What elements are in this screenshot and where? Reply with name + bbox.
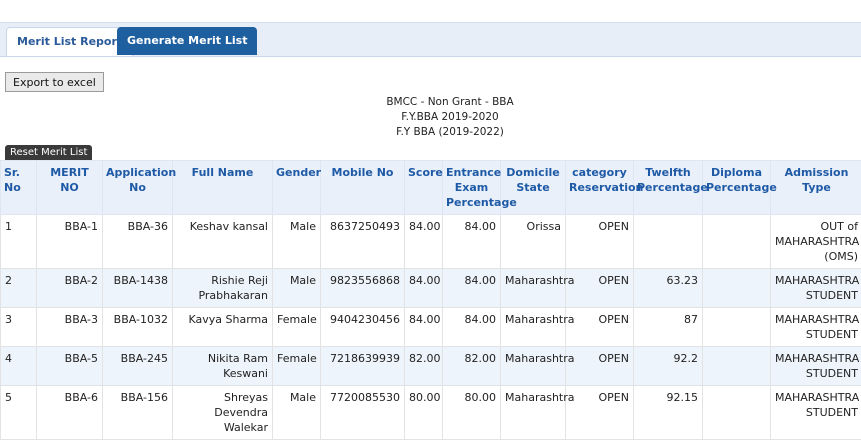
cell-category: OPEN <box>566 308 634 347</box>
cell-twelfth-percentage: 63.23 <box>634 269 703 308</box>
cell-application-no: BBA-1032 <box>103 308 173 347</box>
cell-sr-no: 5 <box>1 386 37 440</box>
cell-admission-type: MAHARASHTRA STUDENT <box>771 308 861 347</box>
column-header-application-no: Application No <box>103 161 173 215</box>
cell-full-name: Shreyas Devendra Walekar <box>173 386 273 440</box>
cell-diploma-percentage <box>703 215 771 269</box>
cell-mobile-no: 9823556868 <box>321 269 405 308</box>
cell-category: OPEN <box>566 269 634 308</box>
cell-twelfth-percentage: 92.15 <box>634 386 703 440</box>
cell-mobile-no: 7218639939 <box>321 347 405 386</box>
cell-domicile-state: Maharashtra <box>501 269 566 308</box>
cell-entrance-percentage: 82.00 <box>443 347 501 386</box>
column-header-score: Score <box>405 161 443 215</box>
cell-mobile-no: 8637250493 <box>321 215 405 269</box>
cell-category: OPEN <box>566 347 634 386</box>
cell-merit-no: BBA-3 <box>37 308 103 347</box>
reset-merit-list-button[interactable]: Reset Merit List <box>5 145 92 160</box>
cell-merit-no: BBA-1 <box>37 215 103 269</box>
column-header-admission-type: Admission Type <box>771 161 861 215</box>
column-header-gender: Gender <box>273 161 321 215</box>
report-subtitle-batch: F.Y BBA (2019-2022) <box>0 126 861 138</box>
cell-diploma-percentage <box>703 308 771 347</box>
cell-admission-type: MAHARASHTRA STUDENT <box>771 347 861 386</box>
tab-generate-merit-list[interactable]: Generate Merit List <box>117 27 257 55</box>
cell-entrance-percentage: 80.00 <box>443 386 501 440</box>
cell-mobile-no: 7720085530 <box>321 386 405 440</box>
cell-sr-no: 1 <box>1 215 37 269</box>
cell-gender: Male <box>273 386 321 440</box>
cell-admission-type: MAHARASHTRA STUDENT <box>771 269 861 308</box>
cell-application-no: BBA-245 <box>103 347 173 386</box>
cell-entrance-percentage: 84.00 <box>443 308 501 347</box>
cell-domicile-state: Maharashtra <box>501 308 566 347</box>
column-header-category-reservation: category Reservation <box>566 161 634 215</box>
column-header-merit-no: MERIT NO <box>37 161 103 215</box>
cell-score: 84.00 <box>405 215 443 269</box>
cell-application-no: BBA-36 <box>103 215 173 269</box>
cell-sr-no: 4 <box>1 347 37 386</box>
cell-application-no: BBA-156 <box>103 386 173 440</box>
cell-sr-no: 3 <box>1 308 37 347</box>
cell-gender: Male <box>273 269 321 308</box>
cell-diploma-percentage <box>703 386 771 440</box>
table-row: 1 BBA-1 BBA-36 Keshav kansal Male 863725… <box>1 215 861 269</box>
cell-full-name: Kavya Sharma <box>173 308 273 347</box>
cell-merit-no: BBA-5 <box>37 347 103 386</box>
cell-twelfth-percentage: 92.2 <box>634 347 703 386</box>
cell-admission-type: MAHARASHTRA STUDENT <box>771 386 861 440</box>
cell-sr-no: 2 <box>1 269 37 308</box>
cell-score: 84.00 <box>405 308 443 347</box>
cell-gender: Female <box>273 347 321 386</box>
table-row: 2 BBA-2 BBA-1438 Rishie Reji Prabhakaran… <box>1 269 861 308</box>
column-header-sr-no: Sr. No <box>1 161 37 215</box>
column-header-twelfth-percentage: Twelfth Percentage <box>634 161 703 215</box>
cell-domicile-state: Maharashtra <box>501 347 566 386</box>
cell-gender: Female <box>273 308 321 347</box>
table-row: 5 BBA-6 BBA-156 Shreyas Devendra Walekar… <box>1 386 861 440</box>
cell-score: 82.00 <box>405 347 443 386</box>
cell-full-name: Nikita Ram Keswani <box>173 347 273 386</box>
tab-bar: Merit List Report Generate Merit List <box>0 22 861 57</box>
cell-diploma-percentage <box>703 269 771 308</box>
cell-twelfth-percentage <box>634 215 703 269</box>
report-subtitle-year: F.Y.BBA 2019-2020 <box>0 111 861 123</box>
cell-admission-type: OUT of MAHARASHTRA (OMS) <box>771 215 861 269</box>
cell-domicile-state: Maharashtra <box>501 386 566 440</box>
column-header-diploma-percentage: Diploma Percentage <box>703 161 771 215</box>
cell-score: 80.00 <box>405 386 443 440</box>
cell-domicile-state: Orissa <box>501 215 566 269</box>
export-to-excel-button[interactable]: Export to excel <box>5 72 104 92</box>
cell-score: 84.00 <box>405 269 443 308</box>
cell-merit-no: BBA-2 <box>37 269 103 308</box>
cell-entrance-percentage: 84.00 <box>443 269 501 308</box>
cell-diploma-percentage <box>703 347 771 386</box>
cell-category: OPEN <box>566 215 634 269</box>
cell-application-no: BBA-1438 <box>103 269 173 308</box>
cell-full-name: Rishie Reji Prabhakaran <box>173 269 273 308</box>
cell-full-name: Keshav kansal <box>173 215 273 269</box>
tab-merit-list-report[interactable]: Merit List Report <box>6 27 133 56</box>
cell-mobile-no: 9404230456 <box>321 308 405 347</box>
table-header-row: Sr. No MERIT NO Application No Full Name… <box>1 161 861 215</box>
merit-list-table: Sr. No MERIT NO Application No Full Name… <box>0 160 861 440</box>
column-header-entrance-exam-percentage: Entrance Exam Percentage <box>443 161 501 215</box>
cell-entrance-percentage: 84.00 <box>443 215 501 269</box>
cell-twelfth-percentage: 87 <box>634 308 703 347</box>
column-header-full-name: Full Name <box>173 161 273 215</box>
cell-category: OPEN <box>566 386 634 440</box>
column-header-mobile-no: Mobile No <box>321 161 405 215</box>
table-row: 3 BBA-3 BBA-1032 Kavya Sharma Female 940… <box>1 308 861 347</box>
cell-merit-no: BBA-6 <box>37 386 103 440</box>
cell-gender: Male <box>273 215 321 269</box>
report-title: BMCC - Non Grant - BBA <box>0 96 861 108</box>
table-row: 4 BBA-5 BBA-245 Nikita Ram Keswani Femal… <box>1 347 861 386</box>
